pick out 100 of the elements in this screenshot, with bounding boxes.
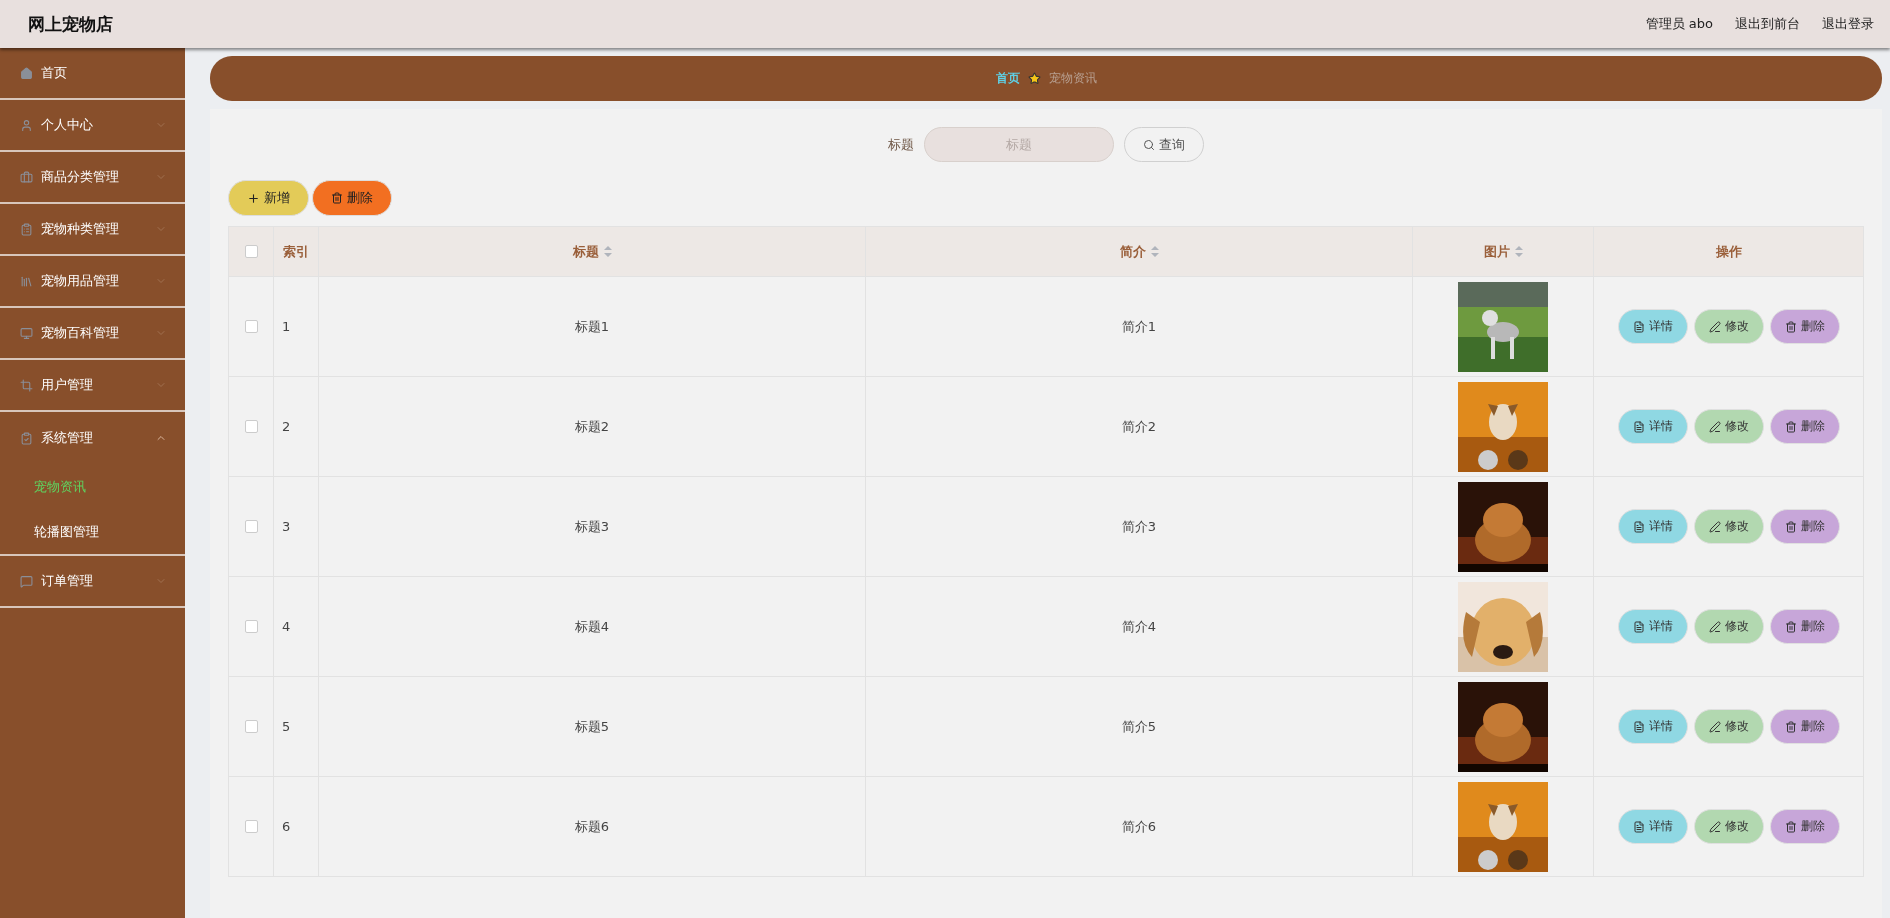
crop-icon <box>20 378 33 392</box>
delete-button[interactable]: 删除 <box>1769 509 1840 544</box>
trash-icon <box>1784 620 1797 633</box>
pen-icon <box>1708 620 1721 633</box>
sidebar-item[interactable]: 系统管理 <box>0 412 185 464</box>
search-label: 标题 <box>888 135 914 154</box>
checkbox[interactable] <box>244 245 258 258</box>
table-cell: 简介1 <box>866 277 1413 377</box>
table-cell: 1 <box>274 277 319 377</box>
briefcase-icon <box>20 170 33 184</box>
sidebar-item[interactable]: 首页 <box>0 48 185 100</box>
column-header: 索引 <box>274 227 319 277</box>
clipboard-icon <box>20 222 33 236</box>
sidebar-item[interactable]: 个人中心 <box>0 100 185 152</box>
home-icon <box>20 66 33 80</box>
trash-icon <box>1784 320 1797 333</box>
header-link[interactable]: 退出登录 <box>1822 15 1874 33</box>
sidebar-item[interactable]: 商品分类管理 <box>0 152 185 204</box>
document-icon <box>1632 720 1645 733</box>
edit-button[interactable]: 修改 <box>1693 309 1764 344</box>
table-cell: 简介4 <box>866 577 1413 677</box>
breadcrumb-link[interactable]: 首页 <box>995 70 1020 87</box>
sidebar-item[interactable]: 宠物种类管理 <box>0 204 185 256</box>
detail-button[interactable]: 详情 <box>1617 709 1688 744</box>
delete-button[interactable]: 删除 <box>1769 309 1840 344</box>
trash-icon <box>1784 520 1797 533</box>
document-icon <box>1632 620 1645 633</box>
table-cell: 简介5 <box>866 677 1413 777</box>
edit-button[interactable]: 修改 <box>1693 709 1764 744</box>
table-cell: 简介6 <box>866 777 1413 877</box>
table-cell: 标题3 <box>319 477 866 577</box>
header-link[interactable]: 管理员 abo <box>1645 15 1713 33</box>
sort-icon[interactable] <box>1150 246 1159 257</box>
column-header: 图片 <box>1413 227 1594 277</box>
trash-icon <box>1784 820 1797 833</box>
add-button[interactable]: 新增 <box>228 180 309 216</box>
table-cell: 标题6 <box>319 777 866 877</box>
sidebar-item[interactable]: 宠物用品管理 <box>0 256 185 308</box>
document-icon <box>1632 820 1645 833</box>
delete-button[interactable]: 删除 <box>1769 409 1840 444</box>
checkbox[interactable] <box>244 820 258 833</box>
checkbox[interactable] <box>244 620 258 633</box>
table-cell: 简介3 <box>866 477 1413 577</box>
trash-icon <box>331 192 343 204</box>
pen-icon <box>1708 420 1721 433</box>
sidebar-item[interactable]: 宠物百科管理 <box>0 308 185 360</box>
delete-button[interactable]: 删除 <box>1769 709 1840 744</box>
table-cell: 3 <box>274 477 319 577</box>
pen-icon <box>1708 520 1721 533</box>
table-cell: 标题1 <box>319 277 866 377</box>
table-cell: 标题5 <box>319 677 866 777</box>
detail-button[interactable]: 详情 <box>1617 809 1688 844</box>
edit-button[interactable]: 修改 <box>1693 409 1764 444</box>
edit-button[interactable]: 修改 <box>1693 809 1764 844</box>
pen-icon <box>1708 320 1721 333</box>
sidebar-subitem[interactable]: 宠物资讯 <box>0 464 185 509</box>
edit-button[interactable]: 修改 <box>1693 509 1764 544</box>
delete-button[interactable]: 删除 <box>312 180 392 216</box>
pen-icon <box>1708 720 1721 733</box>
clipboard-check-icon <box>20 431 33 445</box>
table-cell: 简介2 <box>866 377 1413 477</box>
checkbox[interactable] <box>244 420 258 433</box>
column-header: 标题 <box>319 227 866 277</box>
delete-button[interactable]: 删除 <box>1769 809 1840 844</box>
trash-icon <box>1784 720 1797 733</box>
monitor-icon <box>20 326 33 340</box>
site-title: 网上宠物店 <box>28 12 113 36</box>
books-icon <box>20 274 33 288</box>
sort-icon[interactable] <box>603 246 612 257</box>
detail-button[interactable]: 详情 <box>1617 409 1688 444</box>
delete-button[interactable]: 删除 <box>1769 609 1840 644</box>
chat-icon <box>20 574 33 588</box>
table-cell: 标题2 <box>319 377 866 477</box>
sidebar-item[interactable]: 用户管理 <box>0 360 185 412</box>
search-button[interactable]: 查询 <box>1124 127 1204 162</box>
edit-button[interactable]: 修改 <box>1693 609 1764 644</box>
sidebar-subitem[interactable]: 轮播图管理 <box>0 509 185 554</box>
star-icon <box>1027 72 1041 85</box>
column-header: 操作 <box>1594 227 1864 277</box>
checkbox[interactable] <box>244 720 258 733</box>
checkbox[interactable] <box>244 520 258 533</box>
detail-button[interactable]: 详情 <box>1617 309 1688 344</box>
user-icon <box>20 118 33 132</box>
detail-button[interactable]: 详情 <box>1617 609 1688 644</box>
detail-button[interactable]: 详情 <box>1617 509 1688 544</box>
plus-icon <box>247 191 260 205</box>
search-icon <box>1143 138 1155 151</box>
sidebar-item[interactable]: 订单管理 <box>0 556 185 608</box>
document-icon <box>1632 320 1645 333</box>
table-cell: 标题4 <box>319 577 866 677</box>
header-link[interactable]: 退出到前台 <box>1735 15 1800 33</box>
document-icon <box>1632 520 1645 533</box>
trash-icon <box>1784 420 1797 433</box>
table-cell: 4 <box>274 577 319 677</box>
column-header: 简介 <box>866 227 1413 277</box>
document-icon <box>1632 420 1645 433</box>
sort-icon[interactable] <box>1514 246 1523 257</box>
table-cell: 5 <box>274 677 319 777</box>
pen-icon <box>1708 820 1721 833</box>
checkbox[interactable] <box>244 320 258 333</box>
